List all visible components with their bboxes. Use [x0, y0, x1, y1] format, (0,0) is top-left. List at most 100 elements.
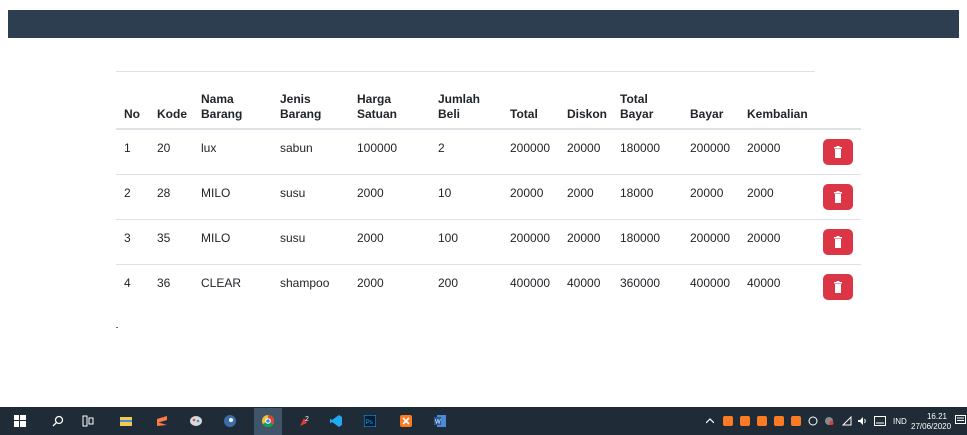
app-icon[interactable]: 2 [298, 415, 310, 427]
paint-icon[interactable] [190, 415, 202, 427]
table-row: 4 36 CLEAR shampoo 2000 200 400000 40000 360000 4… [116, 264, 861, 309]
xampp-tray-icon[interactable] [740, 416, 750, 426]
table-cell: 200000 [502, 219, 559, 265]
column-header-label: Jenis [280, 92, 311, 106]
column-header: Kode [149, 71, 193, 130]
column-header-label: Bayar [620, 107, 654, 121]
stray-dot [116, 327, 118, 328]
clock-time[interactable]: 16.21 [917, 412, 957, 421]
trash-icon [834, 280, 842, 293]
table-cell: 360000 [620, 275, 661, 290]
table-cell: 2000 [349, 219, 430, 265]
column-header-label: Jumlah [438, 92, 481, 106]
clock-date[interactable]: 27/06/2020 [911, 422, 951, 431]
table-cell: CLEAR [201, 275, 242, 290]
table-cell: 2000 [357, 275, 384, 290]
table-cell: 36 [157, 275, 171, 290]
xampp-tray-icon[interactable] [774, 416, 784, 426]
photoshop-icon[interactable]: Ps [364, 415, 376, 427]
table-cell: 20000 [739, 219, 815, 265]
column-header-label: Bayar [690, 107, 724, 121]
task-view-icon[interactable] [82, 415, 94, 427]
table-cell: 20000 [559, 219, 612, 265]
steam-icon[interactable] [224, 415, 236, 427]
column-header: Jenis Barang [272, 71, 349, 130]
action-cell [815, 219, 861, 265]
column-header-label: No [124, 107, 140, 121]
table-cell: MILO [193, 174, 272, 220]
trash-icon [834, 146, 842, 158]
table-cell: 10 [430, 174, 502, 220]
table-cell: 35 [149, 219, 193, 265]
table-cell: 200000 [502, 129, 559, 175]
table-cell: 100000 [349, 129, 430, 175]
table-cell: 2000 [559, 174, 612, 220]
table-cell: 40000 [567, 275, 601, 290]
xampp-tray-icon[interactable] [757, 416, 767, 426]
delete-button[interactable] [823, 139, 853, 165]
column-header: Bayar [682, 71, 739, 130]
table-cell: 20000 [682, 174, 739, 220]
wifi-icon[interactable] [842, 416, 852, 426]
svg-text:Ps: Ps [366, 420, 373, 426]
table-cell: 3 [116, 219, 149, 265]
delete-button[interactable] [823, 228, 853, 255]
column-header-label: Harga [357, 92, 392, 106]
column-header: Nama Barang [193, 71, 272, 130]
table-cell: 20000 [739, 129, 815, 175]
notification-app-icon[interactable] [824, 416, 834, 426]
column-header: Kembalian [739, 71, 815, 130]
language-indicator[interactable]: IND [893, 417, 907, 426]
file-explorer-icon[interactable] [120, 415, 132, 427]
column-header-label: Total [620, 92, 648, 106]
sublime-text-icon[interactable] [156, 415, 168, 427]
tray-app-icon[interactable] [808, 416, 818, 426]
action-center-icon[interactable] [955, 415, 967, 427]
table-cell: lux [193, 129, 272, 175]
table-cell: 180000 [612, 129, 682, 175]
xampp-icon[interactable] [400, 415, 412, 427]
chrome-icon[interactable] [262, 415, 274, 427]
keyboard-icon[interactable] [874, 416, 886, 426]
search-icon[interactable] [52, 415, 64, 427]
vscode-icon[interactable] [330, 415, 342, 427]
navbar [8, 10, 959, 38]
column-header: Total [502, 71, 559, 130]
table-cell: MILO [193, 219, 272, 265]
table-cell: 2000 [739, 174, 815, 220]
delete-button[interactable] [823, 183, 853, 210]
transaction-table: No Kode Nama Barang Jenis Barang Harga Satuan Ju… [116, 71, 861, 309]
column-header: Diskon [559, 71, 612, 130]
xampp-tray-icon[interactable] [791, 416, 801, 426]
table-cell: susu [272, 174, 349, 220]
windows-start-icon[interactable] [14, 415, 26, 427]
column-header-label: Nama [201, 92, 234, 106]
action-cell [815, 264, 861, 309]
table-cell: 200 [438, 275, 459, 290]
volume-icon[interactable] [857, 416, 867, 426]
table-cell: susu [272, 219, 349, 265]
delete-button[interactable] [823, 273, 853, 300]
word-icon[interactable]: W [434, 415, 446, 427]
column-header-label: Barang [280, 107, 322, 121]
column-header-label: Beli [438, 107, 461, 121]
table-cell: 2 [116, 174, 149, 220]
table-row: 3 35 MILO susu 2000 100 200000 20000 180000 20000… [116, 219, 861, 265]
column-header-label: Total [510, 107, 538, 121]
action-cell [815, 129, 861, 175]
column-header-label: Kode [157, 107, 187, 121]
show-hidden-icons-chevron-icon[interactable] [706, 418, 714, 424]
table-cell: 100 [430, 219, 502, 265]
column-header: Jumlah Beli [430, 71, 502, 130]
xampp-tray-icon[interactable] [723, 416, 733, 426]
column-header-label: Barang [201, 107, 243, 121]
table-cell: 20000 [502, 174, 559, 220]
table-cell: 20 [149, 129, 193, 175]
table-cell: 20000 [559, 129, 612, 175]
table-cell: 40000 [747, 275, 781, 290]
table-row: 2 28 MILO susu 2000 10 20000 2000 18000 20000 2000 [116, 174, 861, 220]
column-header [815, 71, 861, 130]
column-header: Total Bayar [612, 71, 682, 130]
table-cell: 1 [116, 129, 149, 175]
table-cell: 400000 [690, 275, 731, 290]
